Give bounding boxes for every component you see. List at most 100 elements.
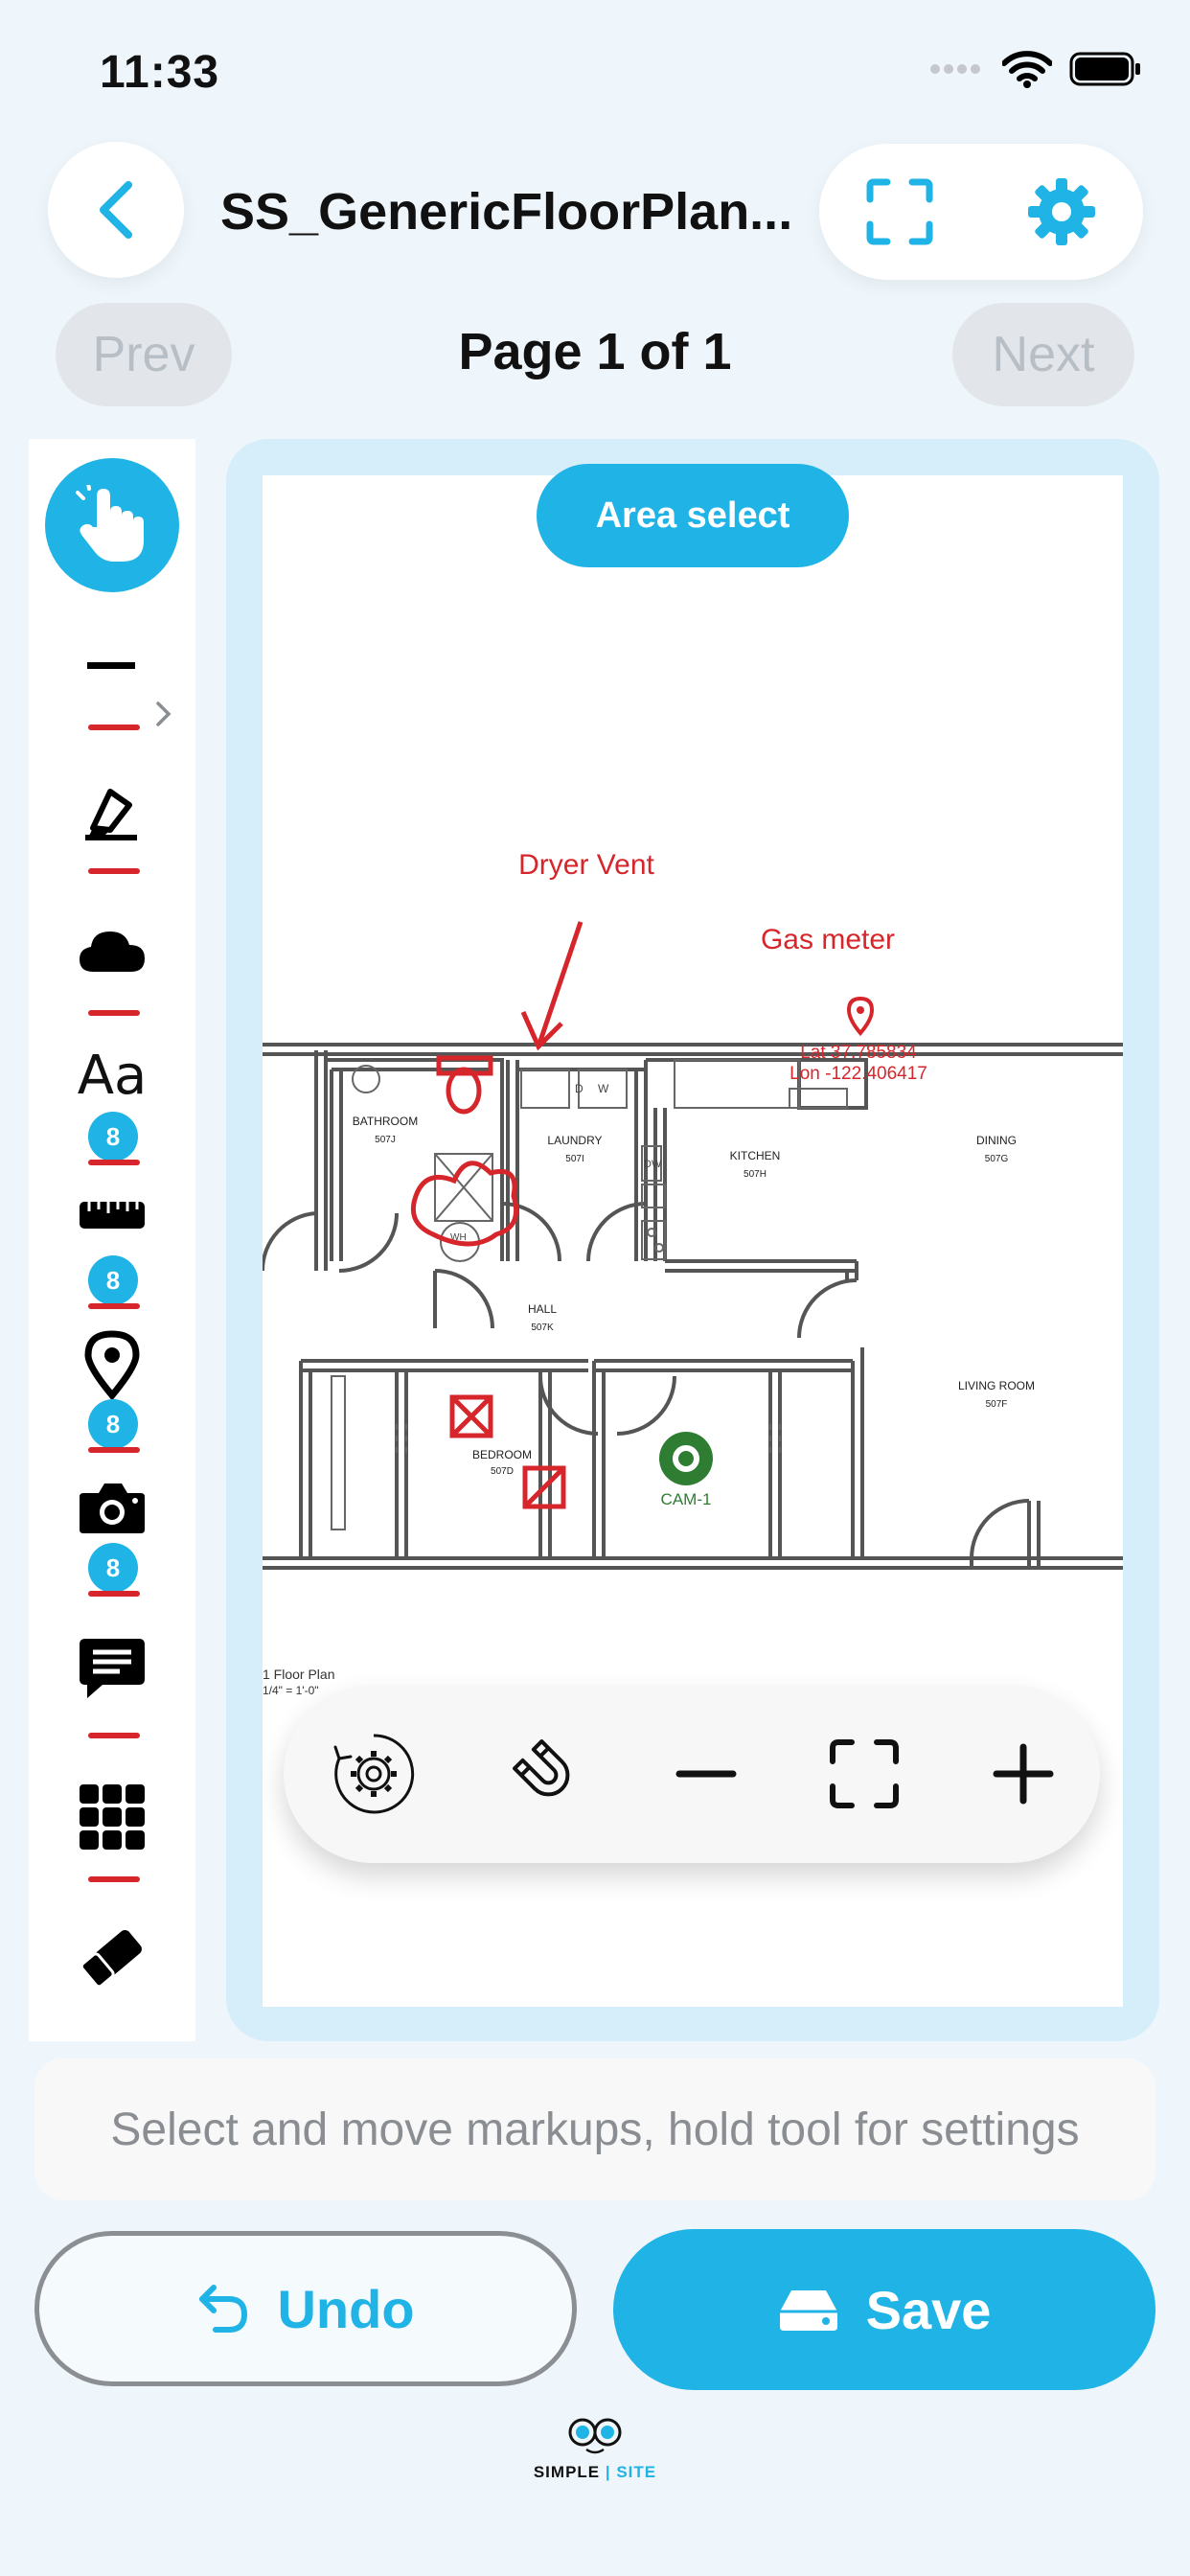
chevron-left-icon xyxy=(100,181,132,239)
tool-grid[interactable] xyxy=(29,1782,195,1852)
minus-icon xyxy=(675,1770,737,1778)
tool-location[interactable] xyxy=(29,1330,195,1399)
tool-camera-color xyxy=(88,1591,140,1597)
room-label: LIVING ROOM xyxy=(958,1379,1035,1392)
line-icon xyxy=(87,662,135,669)
room-label: LAUNDRY xyxy=(547,1134,602,1147)
signal-icon xyxy=(930,64,980,74)
tool-measure-color xyxy=(88,1303,140,1309)
camera-marker-label: CAM-1 xyxy=(661,1490,712,1508)
next-page-button[interactable]: Next xyxy=(952,303,1134,406)
save-button[interactable]: Save xyxy=(613,2229,1156,2390)
tool-hand[interactable] xyxy=(29,458,195,592)
area-select-button[interactable]: Area select xyxy=(537,464,849,567)
tool-measure[interactable] xyxy=(29,1198,195,1232)
logo-separator: | xyxy=(600,2463,617,2481)
fit-screen-icon xyxy=(830,1739,900,1808)
hint-text: Select and move markups, hold tool for s… xyxy=(34,2058,1156,2200)
wifi-icon xyxy=(1002,51,1052,88)
fixture-dw: DW xyxy=(644,1159,662,1170)
logo-text-right: SITE xyxy=(616,2463,657,2481)
highlighter-icon xyxy=(85,789,137,840)
tool-comment[interactable] xyxy=(29,1637,195,1700)
room-code: 507H xyxy=(744,1169,767,1180)
fixture-w: W xyxy=(598,1082,609,1095)
tool-camera[interactable] xyxy=(29,1480,195,1535)
back-button[interactable] xyxy=(48,142,184,278)
tool-line[interactable] xyxy=(29,659,195,673)
tool-grid-color xyxy=(88,1876,140,1882)
binoculars-logo-icon xyxy=(568,2418,622,2454)
tool-highlighter-color xyxy=(88,868,140,874)
tool-text-badge: 8 xyxy=(88,1112,138,1162)
room-label: DINING xyxy=(976,1134,1017,1147)
annotation-dryer-vent[interactable]: Dryer Vent xyxy=(518,849,654,881)
status-time: 11:33 xyxy=(100,47,220,98)
gear-icon xyxy=(1027,178,1095,245)
plan-title: 1 Floor Plan xyxy=(263,1667,334,1682)
undo-label: Undo xyxy=(277,2278,415,2339)
zoom-out-button[interactable] xyxy=(675,1743,737,1805)
room-code: 507J xyxy=(375,1135,396,1145)
room-label: KITCHEN xyxy=(730,1149,781,1162)
tool-highlighter[interactable] xyxy=(29,786,195,843)
tool-camera-badge: 8 xyxy=(88,1543,138,1593)
save-label: Save xyxy=(865,2279,992,2340)
map-pin-icon xyxy=(84,1330,140,1399)
status-icons xyxy=(929,50,1142,88)
cloud-icon xyxy=(80,932,145,972)
room-label: BEDROOM xyxy=(472,1448,532,1461)
zoom-toolbar xyxy=(284,1685,1100,1863)
tool-text[interactable]: Aa xyxy=(29,1045,195,1107)
header-actions xyxy=(819,144,1143,280)
eraser-icon xyxy=(80,1930,142,1989)
tool-location-color xyxy=(88,1447,140,1453)
plan-scale: 1/4" = 1'-0" xyxy=(263,1684,319,1697)
document-title: SS_GenericFloorPlan... xyxy=(220,183,793,241)
tool-cloud-color xyxy=(88,1010,140,1016)
logo-text: SIMPLE | SITE xyxy=(534,2463,656,2482)
room-code: 507D xyxy=(491,1466,514,1477)
tool-cloud[interactable] xyxy=(29,928,195,974)
annotation-lat: Lat 37.785834 xyxy=(800,1043,917,1063)
chevron-right-icon[interactable] xyxy=(153,700,174,728)
fixture-d: D xyxy=(575,1082,584,1095)
tool-location-badge: 8 xyxy=(88,1399,138,1449)
settings-button[interactable] xyxy=(1026,176,1097,247)
markup-layer[interactable] xyxy=(410,921,584,1509)
room-code: 507I xyxy=(565,1154,584,1164)
tool-line-color xyxy=(88,724,140,730)
tool-comment-color xyxy=(88,1733,140,1738)
undo-icon xyxy=(199,2285,248,2333)
plus-icon xyxy=(993,1743,1054,1805)
snap-button[interactable] xyxy=(511,1737,584,1810)
tool-eraser[interactable] xyxy=(29,1922,195,1993)
annotation-lon: Lon -122.406417 xyxy=(790,1064,927,1084)
app-logo: SIMPLE | SITE xyxy=(0,2415,1190,2482)
magnet-icon xyxy=(512,1739,569,1797)
zoom-in-button[interactable] xyxy=(993,1743,1054,1805)
undo-button[interactable]: Undo xyxy=(34,2231,577,2386)
room-label: BATHROOM xyxy=(353,1115,418,1128)
hand-pointer-icon xyxy=(76,485,144,562)
comment-icon xyxy=(80,1639,145,1698)
camera-marker-icon[interactable] xyxy=(659,1432,713,1485)
room-code: 507G xyxy=(985,1154,1009,1164)
markup-toolbar: Aa 8 8 8 8 xyxy=(29,439,195,2041)
room-code: 507F xyxy=(986,1399,1008,1410)
tool-measure-badge: 8 xyxy=(88,1255,138,1305)
fullscreen-icon xyxy=(866,178,932,245)
rotate-gear-icon xyxy=(333,1734,415,1814)
fullscreen-button[interactable] xyxy=(866,178,933,245)
fit-button[interactable] xyxy=(829,1738,900,1809)
drive-save-icon xyxy=(779,2290,837,2331)
camera-icon xyxy=(80,1484,145,1533)
grid-icon xyxy=(80,1784,145,1850)
annotation-gas-meter[interactable]: Gas meter xyxy=(761,924,895,955)
logo-text-left: SIMPLE xyxy=(533,2463,601,2481)
ruler-icon xyxy=(80,1202,145,1229)
room-label: HALL xyxy=(528,1302,557,1316)
rotate-button[interactable] xyxy=(330,1730,418,1818)
map-pin-icon[interactable] xyxy=(846,996,875,1037)
battery-icon xyxy=(1069,52,1140,86)
